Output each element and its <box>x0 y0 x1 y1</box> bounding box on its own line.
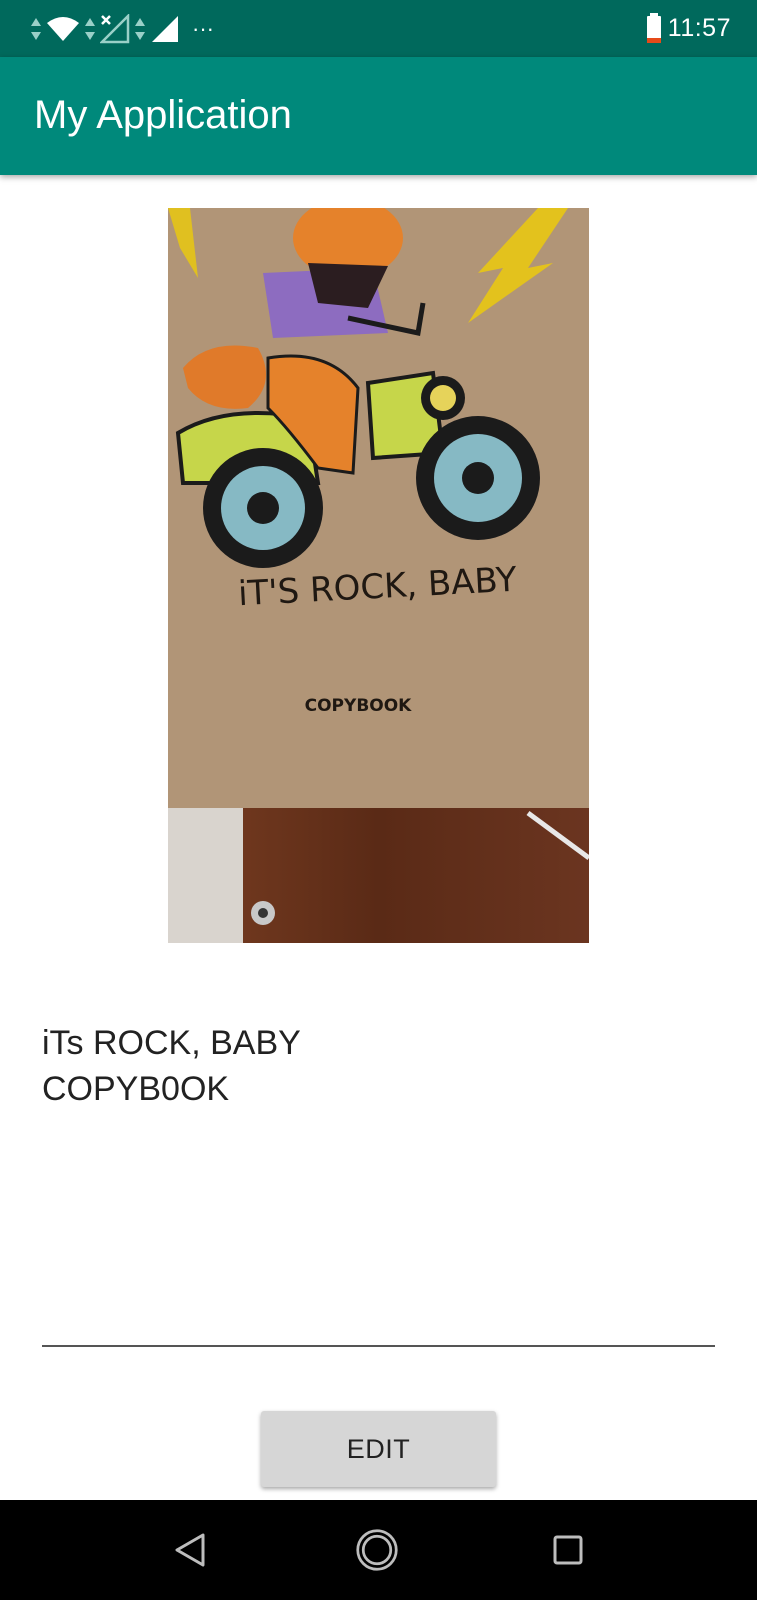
recognized-text[interactable]: iTs ROCK, BABY COPYB0OK <box>42 1020 712 1112</box>
signal-icon <box>152 16 178 42</box>
home-icon <box>356 1529 398 1571</box>
navigation-bar <box>0 1500 757 1600</box>
edit-button[interactable]: EDIT <box>261 1411 496 1487</box>
clock: 11:57 <box>667 13 731 42</box>
no-signal-icon <box>100 14 130 44</box>
data-arrows-icon <box>85 18 95 40</box>
more-notifications-icon: ··· <box>192 16 214 41</box>
text-field-underline <box>42 1345 715 1347</box>
status-bar: ··· 11:57 <box>0 0 757 57</box>
battery-icon <box>646 13 661 43</box>
data-arrows-icon <box>31 18 41 40</box>
captured-photo: iT'S ROCK, BABY COPYBOOK <box>168 208 589 943</box>
back-icon <box>175 1533 205 1567</box>
app-bar: My Application <box>0 57 757 175</box>
data-arrows-icon <box>135 18 145 40</box>
status-icons-right: 11:57 <box>646 12 731 44</box>
app-title: My Application <box>34 93 292 137</box>
recents-button[interactable] <box>546 1528 590 1572</box>
wifi-icon <box>47 17 79 41</box>
home-button[interactable] <box>355 1528 399 1572</box>
back-button[interactable] <box>168 1528 212 1572</box>
recents-icon <box>553 1535 583 1565</box>
status-icons-left: ··· <box>30 14 214 44</box>
photo-caption-line2: COPYBOOK <box>305 696 413 716</box>
